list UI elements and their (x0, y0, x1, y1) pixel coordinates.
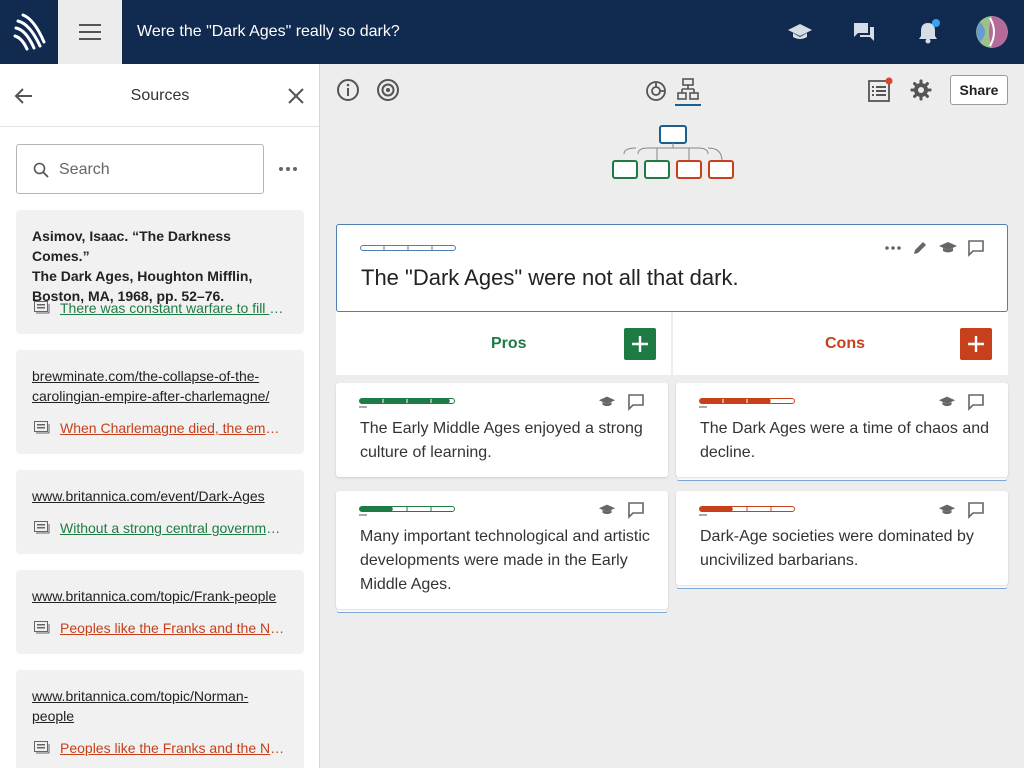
argument-text: The Early Middle Ages enjoyed a strong c… (360, 420, 643, 461)
add-pro-button[interactable] (624, 328, 656, 360)
source-citation-line: The Dark Ages, Houghton Mifflin, (32, 268, 253, 284)
source-claim[interactable]: When Charlemagne died, the empire fell a… (34, 418, 294, 438)
gear-icon[interactable] (908, 77, 934, 103)
source-card[interactable]: www.britannica.com/topic/Norman- people … (16, 670, 304, 768)
argument-text: Dark-Age societies were dominated by unc… (700, 528, 974, 569)
more-options-icon[interactable] (883, 239, 903, 257)
info-icon[interactable] (335, 77, 361, 103)
comment-icon[interactable] (967, 501, 985, 519)
graduation-cap-icon[interactable] (598, 501, 616, 519)
con-score-bar (699, 506, 795, 516)
claim-score-bar (360, 245, 456, 251)
share-button[interactable]: Share (950, 75, 1008, 105)
cons-label: Cons (825, 335, 865, 352)
pencil-icon[interactable] (911, 239, 929, 257)
claim-link[interactable]: Peoples like the Franks and the Normans … (60, 618, 285, 638)
close-icon[interactable] (284, 84, 308, 108)
pro-argument-card[interactable]: The Early Middle Ages enjoyed a strong c… (336, 383, 668, 477)
more-options-icon[interactable] (276, 158, 300, 180)
pro-score-bar (359, 506, 455, 516)
pros-label: Pros (491, 335, 527, 352)
graduation-cap-icon[interactable] (938, 501, 956, 519)
comment-icon[interactable] (967, 239, 985, 257)
sources-header: Sources (0, 64, 319, 127)
source-card[interactable]: brewminate.com/the-collapse-of-the- caro… (16, 350, 304, 454)
comment-icon[interactable] (627, 501, 645, 519)
argument-text: Many important technological and artisti… (360, 528, 650, 593)
sources-panel: Sources Asimov, Isaac. “The Darkness Com… (0, 64, 320, 768)
sources-title: Sources (130, 87, 190, 104)
main-claim-card[interactable]: The "Dark Ages" were not all that dark. (336, 224, 1008, 312)
search-icon (33, 162, 49, 178)
search-box (16, 144, 264, 194)
logo-icon[interactable] (0, 0, 58, 64)
comment-icon[interactable] (627, 393, 645, 411)
argument-tree-minimap[interactable] (608, 124, 738, 182)
source-card[interactable]: Asimov, Isaac. “The Darkness Comes.” The… (16, 210, 304, 334)
claim-icon (34, 301, 50, 314)
source-card[interactable]: www.britannica.com/event/Dark-Ages Witho… (16, 470, 304, 554)
back-arrow-icon[interactable] (12, 84, 36, 108)
pro-argument-card[interactable]: Many important technological and artisti… (336, 491, 668, 609)
con-score-bar (699, 398, 795, 408)
graduation-cap-icon[interactable] (938, 393, 956, 411)
source-url-line[interactable]: www.britannica.com/topic/Frank-people (32, 586, 288, 606)
eye-icon[interactable] (375, 77, 401, 103)
page-title: Were the "Dark Ages" really so dark? (137, 23, 400, 40)
source-url-line[interactable]: people (32, 706, 288, 726)
chat-icon[interactable] (848, 16, 880, 48)
claim-link[interactable]: There was constant warfare to fill the p… (60, 298, 285, 318)
bell-icon[interactable] (912, 16, 944, 48)
con-argument-card[interactable]: Dark-Age societies were dominated by unc… (676, 491, 1008, 585)
claim-link[interactable]: Without a strong central government, ord… (60, 518, 285, 538)
plus-icon (632, 336, 648, 352)
claim-icon (34, 421, 50, 434)
plus-icon (968, 336, 984, 352)
con-argument-card[interactable]: The Dark Ages were a time of chaos and d… (676, 383, 1008, 477)
source-url-line[interactable]: carolingian-empire-after-charlemagne/ (32, 386, 288, 406)
source-claim[interactable]: Without a strong central government, ord… (34, 518, 294, 538)
claim-link[interactable]: Peoples like the Franks and the Normans … (60, 738, 285, 758)
source-card[interactable]: www.britannica.com/topic/Frank-people Pe… (16, 570, 304, 654)
source-claim[interactable]: Peoples like the Franks and the Normans … (34, 738, 294, 758)
avatar[interactable] (976, 16, 1008, 48)
source-citation-line: Asimov, Isaac. “The Darkness Comes.” (32, 228, 231, 264)
sunburst-icon[interactable] (643, 78, 669, 104)
graduation-cap-icon[interactable] (598, 393, 616, 411)
source-claim[interactable]: Peoples like the Franks and the Normans … (34, 618, 294, 638)
source-url-line[interactable]: brewminate.com/the-collapse-of-the- (32, 366, 288, 386)
graduation-cap-icon[interactable] (784, 16, 816, 48)
claim-icon (34, 621, 50, 634)
cons-header: Cons (673, 312, 1008, 375)
claim-icon (34, 521, 50, 534)
add-con-button[interactable] (960, 328, 992, 360)
source-claim[interactable]: There was constant warfare to fill the p… (34, 298, 294, 318)
main-claim-text: The "Dark Ages" were not all that dark. (361, 265, 739, 290)
top-bar: Were the "Dark Ages" really so dark? (0, 0, 1024, 64)
argument-text: The Dark Ages were a time of chaos and d… (700, 420, 990, 461)
search-input[interactable] (59, 157, 249, 183)
source-url-line[interactable]: www.britannica.com/topic/Norman- (32, 686, 288, 706)
list-icon[interactable] (867, 77, 893, 103)
source-url-line[interactable]: www.britannica.com/event/Dark-Ages (32, 486, 288, 506)
pros-header: Pros (336, 312, 671, 375)
claim-link[interactable]: When Charlemagne died, the empire fell a… (60, 418, 285, 438)
tree-icon[interactable] (675, 77, 701, 103)
graduation-cap-icon[interactable] (938, 239, 958, 257)
tree-view-active-indicator (675, 104, 701, 106)
pro-score-bar (359, 398, 455, 408)
comment-icon[interactable] (967, 393, 985, 411)
claim-icon (34, 741, 50, 754)
menu-icon[interactable] (58, 0, 122, 64)
